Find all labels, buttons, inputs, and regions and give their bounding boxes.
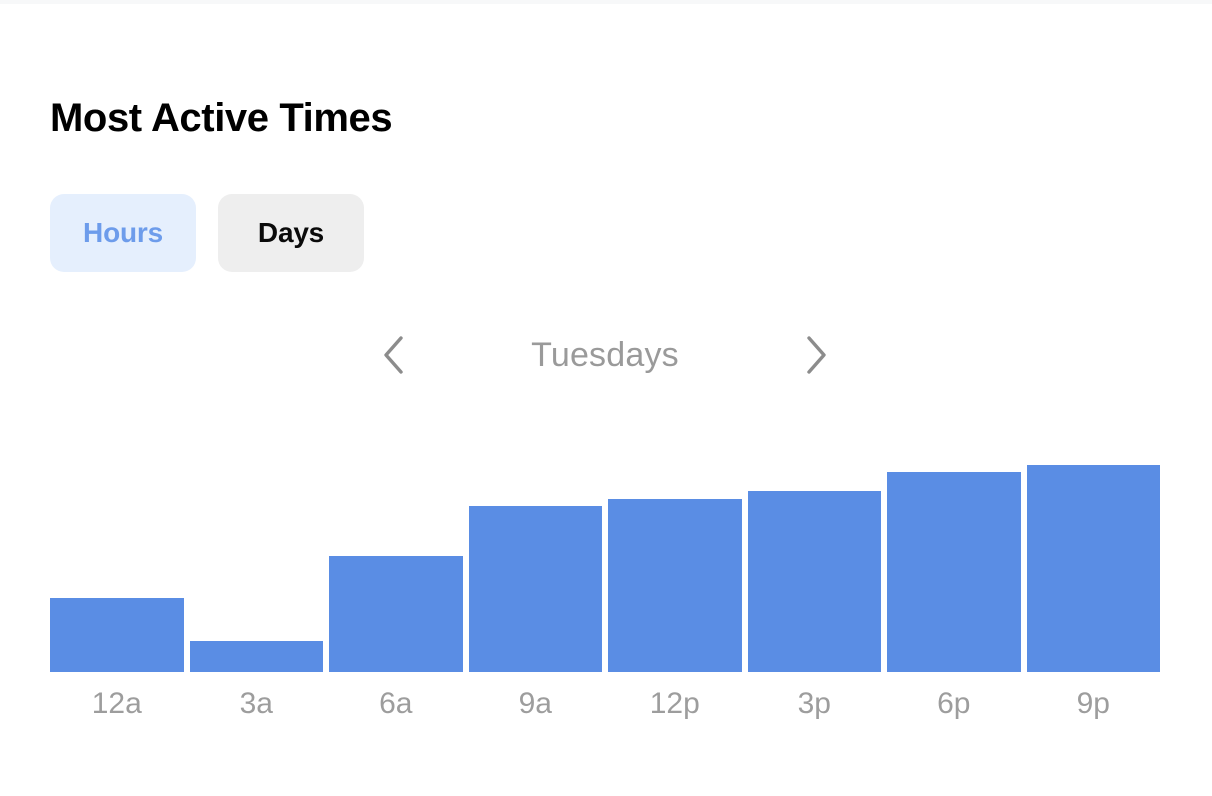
- bar-series: [50, 440, 1160, 672]
- axis-label: 9p: [1076, 687, 1110, 720]
- chevron-right-icon[interactable]: [794, 325, 840, 385]
- bar-12a[interactable]: [50, 598, 184, 672]
- tab-days[interactable]: Days: [218, 194, 364, 272]
- tab-hours-label: Hours: [83, 217, 163, 248]
- most-active-times-panel: Most Active Times Hours Days Tuesdays 12…: [0, 0, 1212, 796]
- axis-label: 12p: [649, 687, 700, 720]
- bar-3a[interactable]: [189, 641, 323, 672]
- bar-12p[interactable]: [608, 499, 742, 672]
- bar-9p[interactable]: [1026, 465, 1160, 672]
- current-day-label: Tuesdays: [531, 335, 679, 374]
- tab-days-label: Days: [257, 217, 325, 248]
- activity-bar-chart: [50, 440, 1160, 672]
- axis-label: 3a: [239, 687, 273, 720]
- axis-label: 6a: [379, 687, 413, 720]
- bar-6p[interactable]: [887, 472, 1021, 672]
- chevron-left-icon[interactable]: [370, 325, 416, 385]
- axis-label: 9a: [518, 687, 552, 720]
- bar-9a[interactable]: [468, 506, 602, 672]
- axis-label: 6p: [937, 687, 971, 720]
- view-mode-segmented-control: Hours Days: [50, 194, 364, 272]
- tab-hours[interactable]: Hours: [50, 194, 196, 272]
- axis-label: 12a: [91, 687, 142, 720]
- bar-6a[interactable]: [329, 556, 463, 672]
- axis-label: 3p: [797, 687, 831, 720]
- bar-3p[interactable]: [747, 491, 881, 672]
- page-top-edge: [0, 0, 1212, 4]
- x-axis-labels: 12a 3a 6a 9a 12p 3p 6p 9p: [50, 686, 1160, 722]
- day-navigator: Tuesdays: [370, 322, 840, 388]
- page-title: Most Active Times: [50, 96, 393, 140]
